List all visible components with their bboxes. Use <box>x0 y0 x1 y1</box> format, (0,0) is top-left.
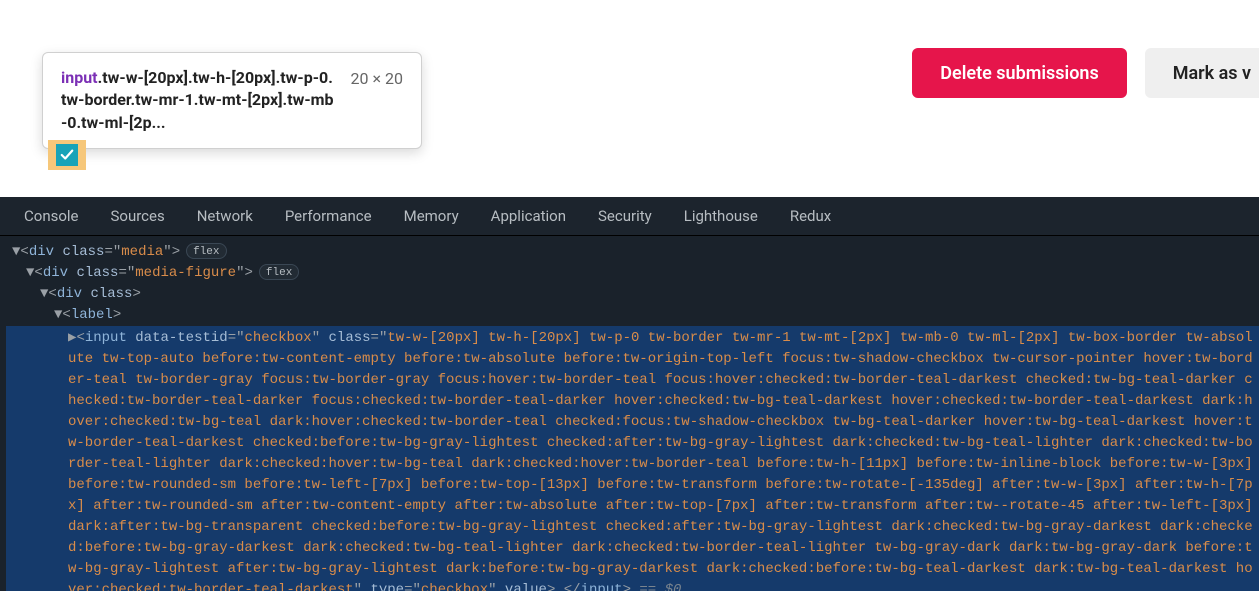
dom-row[interactable]: ▼<label> <box>6 305 1259 326</box>
mark-as-button[interactable]: Mark as v <box>1145 48 1259 98</box>
dom-row[interactable]: ▼<div class="media">flex <box>6 242 1259 263</box>
action-bar: Delete submissions Mark as v <box>912 48 1259 98</box>
dom-row-selected[interactable]: ▶<input data-testid="checkbox" class="tw… <box>6 326 1259 591</box>
checkmark-icon <box>60 148 74 162</box>
devtools-tabbar: ConsoleSourcesNetworkPerformanceMemoryAp… <box>0 197 1259 236</box>
devtools-tab[interactable]: Console <box>8 197 95 235</box>
delete-submissions-button[interactable]: Delete submissions <box>912 48 1126 98</box>
devtools-tab[interactable]: Lighthouse <box>668 197 774 235</box>
devtools-tab[interactable]: Security <box>582 197 668 235</box>
element-inspect-tooltip: input.tw-w-[20px].tw-h-[20px].tw-p-0.tw-… <box>42 52 422 149</box>
devtools-panel: ConsoleSourcesNetworkPerformanceMemoryAp… <box>0 197 1259 591</box>
tooltip-selector: input.tw-w-[20px].tw-h-[20px].tw-p-0.tw-… <box>61 67 337 134</box>
dom-row[interactable]: ▼<div class="media-figure">flex <box>6 263 1259 284</box>
devtools-tab[interactable]: Redux <box>774 197 847 235</box>
tooltip-classes: .tw-w-[20px].tw-h-[20px].tw-p-0.tw-borde… <box>61 68 334 132</box>
dom-row[interactable]: ▼<div class> <box>6 284 1259 305</box>
devtools-tab[interactable]: Performance <box>269 197 388 235</box>
devtools-tab[interactable]: Memory <box>388 197 475 235</box>
inspected-element-highlight <box>48 140 86 170</box>
devtools-tab[interactable]: Network <box>181 197 269 235</box>
devtools-tab[interactable]: Application <box>475 197 582 235</box>
checkbox-input[interactable] <box>56 144 78 166</box>
tooltip-dimensions: 20 × 20 <box>351 69 403 88</box>
dom-tree[interactable]: ▼<div class="media">flex▼<div class="med… <box>0 236 1259 591</box>
page-content-area: Delete submissions Mark as v input.tw-w-… <box>0 0 1259 197</box>
tooltip-tag: input <box>61 68 98 87</box>
devtools-tab[interactable]: Sources <box>95 197 181 235</box>
